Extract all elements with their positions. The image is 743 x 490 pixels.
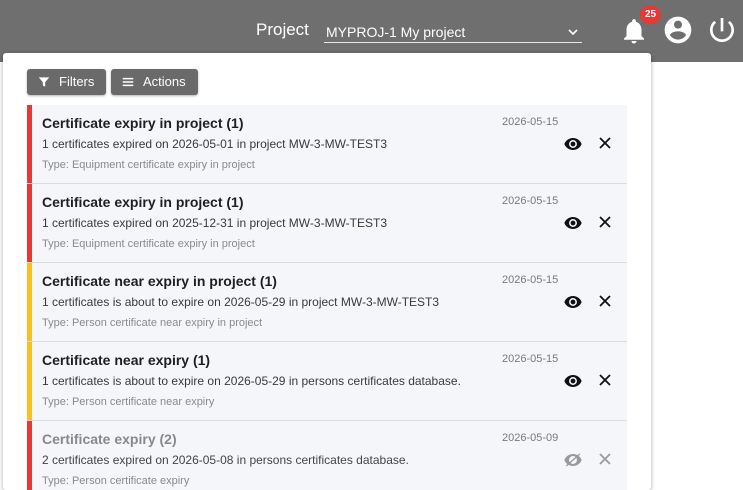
notification-item: Certificate near expiry in project (1) 2… [27,263,627,342]
severity-bar [27,263,32,341]
notification-count-badge: 25 [640,6,661,24]
notification-date: 2026-05-15 [502,353,559,365]
notification-date: 2026-05-15 [502,274,559,286]
notification-item: Certificate expiry in project (1) 2026-0… [27,105,627,184]
notification-item: Certificate near expiry (1) 2026-05-15 1… [27,342,627,421]
eye-icon[interactable] [564,374,582,388]
notification-date: 2026-05-15 [502,116,559,128]
close-icon[interactable] [598,452,612,466]
power-icon[interactable] [706,14,738,46]
notification-description: 1 certificates expired on 2025-12-31 in … [42,216,388,230]
notification-description: 1 certificates is about to expire on 202… [42,295,440,309]
close-icon[interactable] [598,215,612,229]
eye-off-icon[interactable] [564,453,582,467]
actions-button[interactable]: Actions [111,69,198,95]
filter-icon [38,77,50,87]
filters-button-label: Filters [59,74,95,89]
notification-type: Type: Person certificate expiry [42,475,190,487]
notification-title: Certificate expiry (2) [42,431,177,447]
notification-type: Type: Person certificate near expiry [42,396,215,408]
notification-type: Type: Equipment certificate expiry in pr… [42,238,255,250]
menu-icon [122,77,134,87]
notification-title: Certificate near expiry (1) [42,352,211,368]
actions-button-label: Actions [143,74,186,89]
eye-icon[interactable] [564,216,582,230]
notification-date: 2026-05-09 [502,432,559,444]
eye-icon[interactable] [564,295,582,309]
account-icon[interactable] [662,14,694,46]
severity-bar [27,105,32,183]
notification-type: Type: Equipment certificate expiry in pr… [42,159,255,171]
notification-item: Certificate expiry (2) 2026-05-09 2 cert… [27,421,627,490]
notification-description: 1 certificates expired on 2026-05-01 in … [42,137,388,151]
notifications-panel: Filters Actions Certificate expiry in pr… [3,53,651,490]
severity-bar [27,184,32,262]
notification-date: 2026-05-15 [502,195,559,207]
close-icon[interactable] [598,373,612,387]
project-select-value: MYPROJ-1 My project [326,24,466,40]
filters-button[interactable]: Filters [27,69,106,95]
notification-title: Certificate expiry in project (1) [42,194,244,210]
close-icon[interactable] [598,136,612,150]
notification-title: Certificate expiry in project (1) [42,115,244,131]
notification-description: 2 certificates expired on 2026-05-08 in … [42,453,409,467]
project-label: Project [256,20,309,39]
eye-icon[interactable] [564,137,582,151]
notification-type: Type: Person certificate near expiry in … [42,317,263,329]
severity-bar [27,342,32,420]
project-select[interactable]: MYPROJ-1 My project [324,22,582,43]
notification-title: Certificate near expiry in project (1) [42,273,277,289]
notification-list: Certificate expiry in project (1) 2026-0… [27,105,627,490]
notification-description: 1 certificates is about to expire on 202… [42,374,461,388]
severity-bar [27,421,32,490]
close-icon[interactable] [598,294,612,308]
notification-item: Certificate expiry in project (1) 2026-0… [27,184,627,263]
chevron-down-icon [568,29,578,36]
